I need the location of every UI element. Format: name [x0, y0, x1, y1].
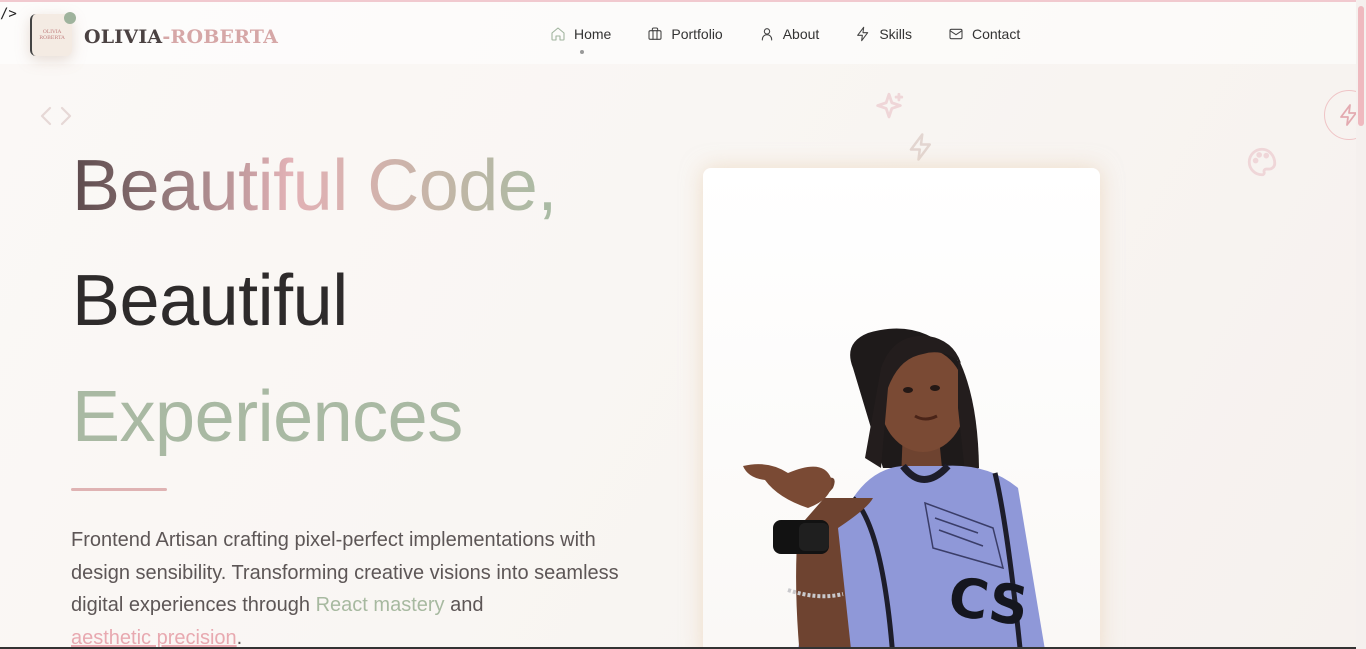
svg-text:CS: CS	[945, 565, 1033, 638]
description-end: .	[236, 626, 243, 649]
nav-item-portfolio[interactable]: Portfolio	[647, 26, 723, 42]
highlight-aesthetic: aesthetic precision	[71, 626, 237, 649]
hero-title-line2: Beautiful	[72, 261, 348, 341]
brand-name-part1: OLIVIA	[84, 26, 163, 48]
logo-text-bottom: ROBERTA	[39, 35, 65, 41]
user-icon	[761, 28, 772, 41]
stray-markup-text: />	[0, 6, 17, 22]
bolt-deco-icon	[909, 133, 931, 161]
highlight-react: React mastery	[315, 594, 445, 616]
code-icon	[40, 106, 72, 126]
hero-title-line1: Beautiful Code,	[72, 146, 557, 226]
nav-item-skills[interactable]: Skills	[855, 26, 912, 42]
palette-icon	[1247, 147, 1277, 177]
hero-description: Frontend Artisan crafting pixel-perfect …	[71, 524, 651, 649]
brand-name[interactable]: OLIVIA-ROBERTA	[84, 26, 278, 48]
bolt-icon	[857, 26, 869, 42]
profile-photo: CS	[743, 328, 1045, 649]
scrollbar[interactable]	[1356, 0, 1366, 649]
active-indicator	[580, 50, 584, 54]
scrollbar-thumb[interactable]	[1358, 6, 1364, 126]
nav-item-home[interactable]: Home	[550, 26, 612, 54]
profile-photo-card: CS	[703, 168, 1100, 649]
briefcase-icon	[648, 27, 662, 40]
description-text-2: and	[444, 594, 484, 616]
home-icon	[551, 27, 565, 41]
nav-label-about: About	[782, 26, 820, 42]
mail-icon	[949, 28, 963, 40]
nav-item-about[interactable]: About	[759, 26, 820, 42]
status-dot	[64, 12, 76, 24]
nav-label-skills: Skills	[879, 26, 912, 42]
site-header: OLIVIA ROBERTA OLIVIA-ROBERTA Home Portf…	[0, 2, 1356, 64]
nav-item-contact[interactable]: Contact	[948, 26, 1020, 42]
nav-label-contact: Contact	[971, 26, 1021, 42]
hero-title-line3: Experiences	[72, 377, 463, 457]
nav-label-portfolio: Portfolio	[671, 26, 723, 42]
brand-name-part2: -ROBERTA	[162, 26, 279, 48]
hero-divider	[71, 488, 167, 491]
sparkle-icon	[876, 92, 904, 119]
main-nav: Home Portfolio About Skills Contact	[550, 26, 1056, 54]
nav-label-home: Home	[574, 26, 612, 42]
